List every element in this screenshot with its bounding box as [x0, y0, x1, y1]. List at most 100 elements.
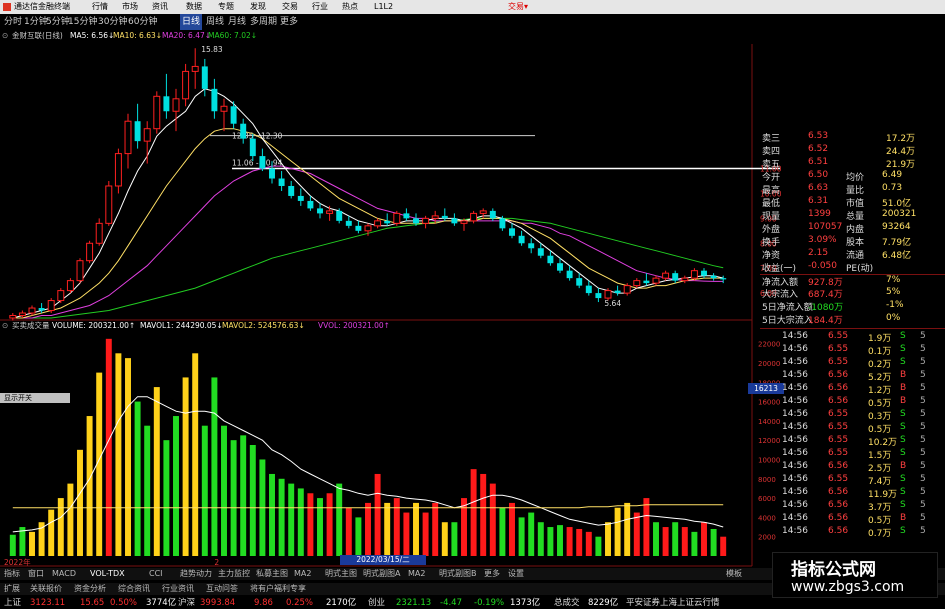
volume-bar — [134, 401, 141, 556]
tick-cell: 6.56 — [828, 370, 849, 380]
tick-cell: S — [900, 357, 906, 367]
vol-indicator-name: 买卖成交量 — [12, 321, 50, 330]
sh-label[interactable]: 上证 — [4, 597, 21, 609]
candle-up — [18, 312, 26, 317]
extension-item[interactable]: 将有户福利专享 — [250, 583, 306, 595]
volume-bar — [201, 425, 208, 556]
volume-bar — [451, 522, 458, 556]
indicator-tab[interactable]: 趋势动力 — [180, 568, 212, 580]
indicator-tab[interactable]: MACD — [52, 568, 76, 580]
candle-up — [66, 280, 74, 292]
volume-bar — [240, 435, 247, 556]
candle-down — [240, 123, 247, 139]
tick-cell: 0.3万 — [868, 412, 892, 422]
indicator-tab[interactable]: 指标 — [4, 568, 20, 580]
tick-cell: 5 — [920, 513, 926, 523]
quote-cell: -0.050 — [808, 261, 838, 271]
candle-up — [95, 222, 103, 244]
quote-row: 5日净流入额 -1080万 -1% — [760, 300, 945, 313]
indicator-tab[interactable]: VOL-TDX — [90, 568, 125, 580]
vol-settings-icon[interactable]: ⊙ — [2, 320, 8, 332]
indicator-tab[interactable]: CCI — [149, 568, 163, 580]
sh-change: 15.65 — [80, 598, 105, 608]
extension-item[interactable]: 互动问答 — [206, 583, 238, 595]
tick-cell: 6.56 — [828, 396, 849, 406]
candle-down — [230, 106, 237, 124]
quote-cell: 外盘 — [762, 225, 781, 235]
volume-bar — [374, 473, 381, 556]
indicator-tab[interactable]: 设置 — [508, 568, 524, 580]
indicator-tab[interactable]: 明式副图A — [363, 568, 400, 580]
volume-bar — [317, 498, 323, 556]
extension-item[interactable]: 关联报价 — [30, 583, 62, 595]
candle-down — [585, 285, 592, 294]
extension-item[interactable]: 扩展 — [4, 583, 20, 595]
indicator-tab[interactable]: 明式副图B — [439, 568, 477, 580]
sz-label[interactable]: 沪深 — [178, 597, 195, 609]
volume-bar — [595, 536, 602, 556]
broker-feed[interactable]: 平安证券上海上证云行情 — [626, 597, 720, 609]
volume-bar — [509, 502, 515, 556]
quote-cell: 687.4万 — [808, 290, 843, 300]
quote-cell: 最高 — [762, 186, 781, 196]
quote-row: 5日大宗流入 184.4万 0% — [760, 313, 945, 326]
indicator-tab[interactable]: MA2 — [408, 568, 425, 580]
cy-value: 2321.13 — [396, 598, 432, 608]
extension-item[interactable]: 资金分析 — [74, 583, 106, 595]
indicator-tab[interactable]: 窗口 — [28, 568, 44, 580]
volume-bar — [336, 483, 343, 556]
indicator-tab[interactable]: MA2 — [294, 568, 311, 580]
candle-up — [460, 220, 468, 224]
quote-row: 净流入额 927.8万 7% — [760, 274, 945, 288]
tick-cell: 5 — [920, 422, 926, 432]
tick-cell: 1.5万 — [868, 451, 892, 461]
tick-cell: 5 — [920, 357, 926, 367]
extension-item[interactable]: 综合资讯 — [118, 583, 150, 595]
volume-bar — [182, 377, 189, 556]
candle-down — [720, 278, 727, 280]
tick-cell: 14:56 — [782, 513, 808, 523]
quote-cell: 0% — [886, 313, 901, 323]
tick-cell: 6.55 — [828, 344, 849, 354]
template-button[interactable]: 模板 — [726, 568, 742, 580]
quote-cell: 2.15 — [808, 248, 829, 258]
volume-bar — [566, 527, 573, 556]
candle-up — [143, 128, 151, 142]
cy-label[interactable]: 创业 — [368, 597, 385, 609]
indicator-tab[interactable]: 明式主图 — [325, 568, 357, 580]
candle-down — [355, 225, 362, 231]
tick-row: 14:56 6.56 3.7万 S 5 — [760, 500, 945, 513]
tick-cell: 0.5万 — [868, 399, 892, 409]
tick-cell: 1.9万 — [868, 334, 892, 344]
indicator-tab[interactable]: 主力监控 — [218, 568, 250, 580]
watermark-url: www.zbgs3.com — [791, 579, 905, 595]
volume-bar — [633, 512, 640, 556]
tick-cell: 5.2万 — [868, 373, 892, 383]
quote-cell: PE(动) — [846, 264, 874, 274]
candle-down — [345, 220, 352, 226]
tick-cell: 6.55 — [828, 331, 849, 341]
tick-cell: S — [900, 409, 906, 419]
volume-bar — [144, 425, 151, 556]
tick-cell: 1.2万 — [868, 386, 892, 396]
mavol2-value: MAVOL2: 524576.63↓ — [222, 321, 305, 330]
tick-row: 14:56 6.55 0.2万 S 5 — [760, 357, 945, 370]
volume-bar — [614, 507, 621, 556]
volume-bar — [57, 498, 64, 556]
quote-cell: 6.48亿 — [882, 251, 912, 261]
display-toggle[interactable]: 显示开关 — [0, 393, 70, 403]
quote-row: 换手 3.09% 股本 7.79亿 — [760, 235, 945, 248]
volume-bar — [326, 493, 333, 556]
volume-bar — [307, 493, 314, 556]
tick-cell: B — [900, 461, 907, 471]
indicator-tab[interactable]: 私募主图 — [256, 568, 288, 580]
tick-cell: S — [900, 331, 906, 341]
volume-bar — [710, 528, 717, 556]
extension-item[interactable]: 行业资讯 — [162, 583, 194, 595]
tick-cell: B — [900, 396, 907, 406]
candle-up — [153, 95, 161, 130]
volume-bar — [681, 527, 688, 556]
tick-cell: S — [900, 487, 906, 497]
tick-row: 14:56 6.56 11.9万 S 5 — [760, 487, 945, 500]
indicator-tab[interactable]: 更多 — [484, 568, 500, 580]
